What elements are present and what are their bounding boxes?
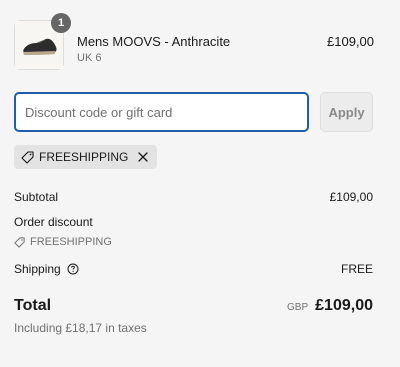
tag-icon bbox=[21, 150, 34, 164]
product-image: 1 bbox=[14, 13, 71, 70]
applied-code-label: FREESHIPPING bbox=[39, 150, 129, 164]
discount-code-input[interactable] bbox=[14, 92, 309, 132]
product-variant: UK 6 bbox=[77, 52, 102, 64]
shipping-label: Shipping bbox=[14, 262, 61, 276]
currency-code: GBP bbox=[287, 302, 309, 313]
applied-discount-chip: FREESHIPPING bbox=[14, 145, 158, 169]
shipping-row: Shipping bbox=[14, 262, 79, 276]
question-circle-icon[interactable] bbox=[67, 263, 79, 275]
product-price: £109,00 bbox=[327, 34, 374, 49]
order-discount-label: Order discount bbox=[14, 215, 93, 229]
product-name: Mens MOOVS - Anthracite bbox=[77, 34, 231, 49]
taxes-note: Including £18,17 in taxes bbox=[14, 321, 147, 335]
line-item: 1 Mens MOOVS - Anthracite UK 6 £109,00 bbox=[14, 13, 374, 72]
total-value: GBP £109,00 bbox=[287, 297, 373, 315]
tag-icon bbox=[14, 236, 25, 248]
quantity-badge: 1 bbox=[51, 13, 71, 33]
subtotal-label: Subtotal bbox=[14, 190, 59, 204]
close-icon[interactable] bbox=[136, 150, 150, 164]
order-discount-code: FREESHIPPING bbox=[14, 236, 112, 248]
order-discount-code-label: FREESHIPPING bbox=[30, 236, 112, 248]
subtotal-value: £109,00 bbox=[329, 190, 373, 204]
total-label: Total bbox=[14, 297, 52, 314]
apply-button[interactable]: Apply bbox=[320, 92, 373, 132]
shipping-value: FREE bbox=[340, 262, 373, 276]
total-amount: £109,00 bbox=[315, 297, 373, 314]
